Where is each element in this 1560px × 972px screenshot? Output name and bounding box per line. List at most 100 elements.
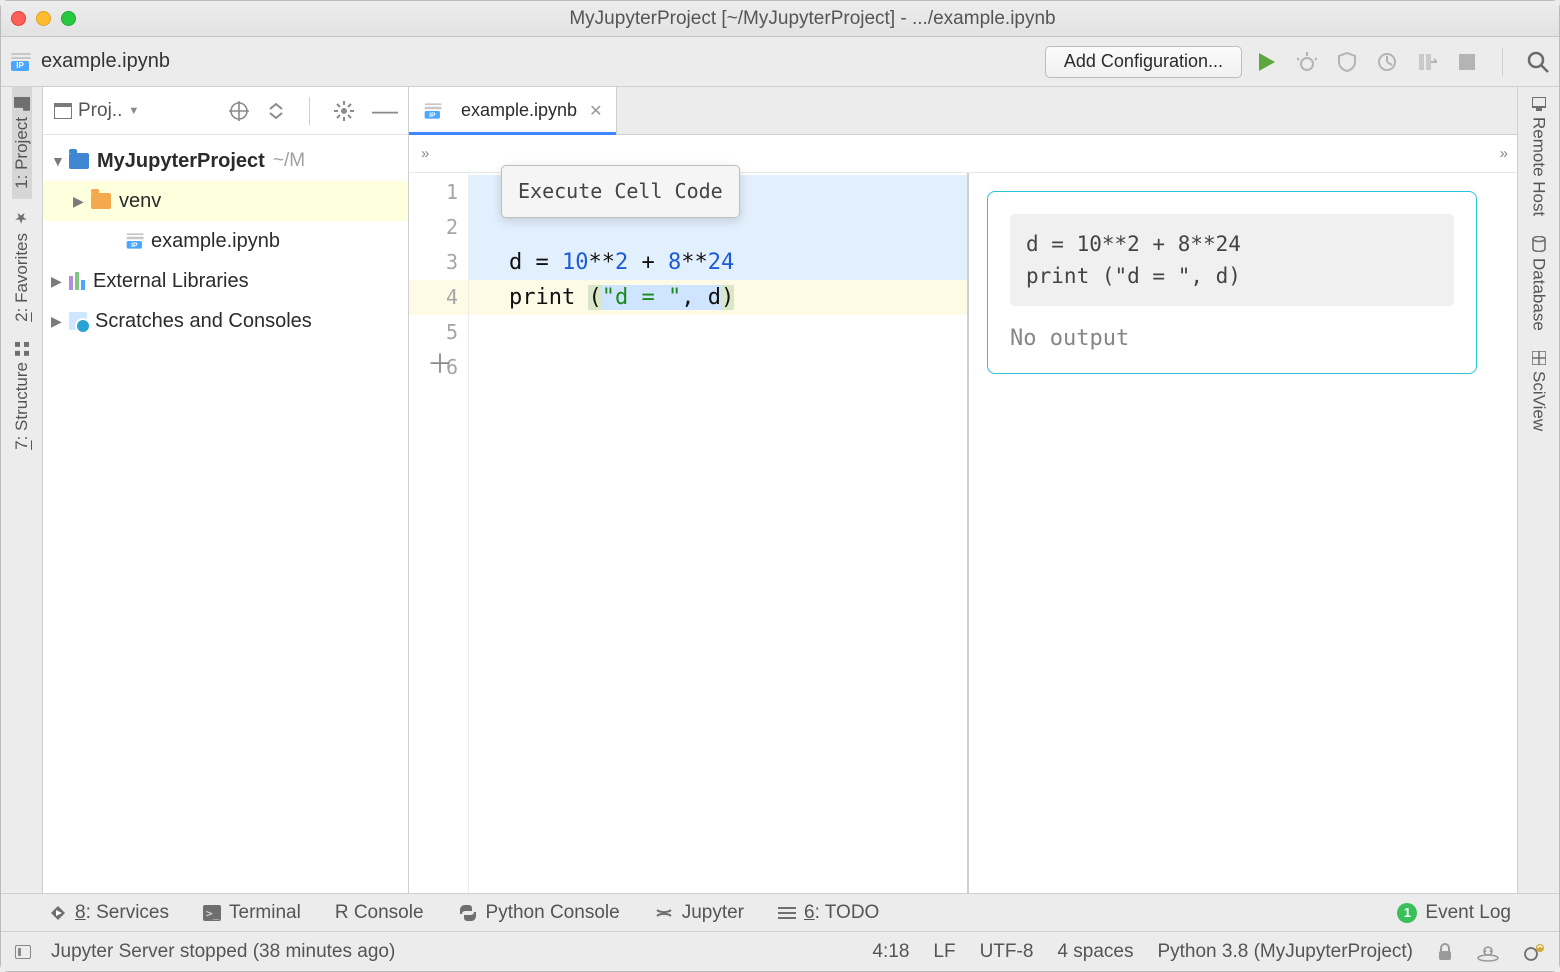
editor-gutter: 1 2 3 4 5 6 ＋ [409,173,469,893]
indent-setting[interactable]: 4 spaces [1057,941,1133,963]
hide-icon[interactable]: — [372,95,398,126]
navigation-bar: IP example.ipynb Add Configuration... [1,37,1559,87]
tree-node-path: ~/M [273,150,305,172]
toolwindow-remote-host[interactable]: Remote Host [1529,87,1549,226]
minimize-window-button[interactable] [36,11,51,26]
close-tab-icon[interactable]: ✕ [589,101,602,121]
folder-icon [14,97,30,111]
caret-position[interactable]: 4:18 [872,941,909,963]
services-icon [49,904,67,922]
status-bar: Jupyter Server stopped (38 minutes ago) … [1,931,1559,971]
expand-all-icon[interactable] [267,102,285,120]
main-content: Proj.. ▼ — MyJupyterProj [43,87,1517,893]
tree-node-label: Scratches and Consoles [95,310,312,333]
toolwindow-jupyter[interactable]: Jupyter [654,902,744,924]
chevron-right-icon[interactable] [51,273,65,290]
separator [309,97,310,125]
profile-icon[interactable] [1376,51,1398,73]
grid-icon [1532,351,1546,365]
svg-text:>_: >_ [206,907,220,920]
preview-output: No output [1010,326,1454,351]
zoom-window-button[interactable] [61,11,76,26]
notification-badge: 1 [1397,903,1417,923]
toolwindow-event-log[interactable]: 1 Event Log [1397,902,1511,924]
toolwindow-database[interactable]: Database [1529,226,1549,341]
line-separator[interactable]: LF [933,941,955,963]
concurrency-icon[interactable] [1416,51,1438,73]
window-icon [54,103,72,119]
status-message: Jupyter Server stopped (38 minutes ago) [51,941,395,963]
toolwindow-favorites[interactable]: 2: Favorites ★ [12,199,32,332]
scratches-icon [69,312,87,330]
run-icon[interactable] [1256,51,1278,73]
window-titlebar: MyJupyterProject [~/MyJupyterProject] - … [1,1,1559,37]
file-encoding[interactable]: UTF-8 [980,941,1034,963]
ipynb-file-icon: IP [11,53,33,71]
chevron-down-icon[interactable] [51,153,65,169]
toolwindow-python-console[interactable]: Python Console [458,902,620,924]
close-window-button[interactable] [11,11,26,26]
toolwindow-r-console[interactable]: R Console [335,902,424,924]
toolwindow-structure[interactable]: 7: Structure [12,332,32,460]
toolwindow-sciview[interactable]: SciView [1529,341,1549,441]
toolwindow-project[interactable]: 1: Project [12,87,32,199]
project-tree[interactable]: MyJupyterProject ~/M venv IP example.ipy… [43,135,408,347]
structure-icon [15,342,29,356]
chevron-right-icon[interactable] [51,313,65,330]
remote-icon [1532,97,1546,111]
tree-node-label: MyJupyterProject [97,150,265,173]
folder-icon [91,193,111,209]
tree-external-libraries[interactable]: External Libraries [43,261,408,301]
inspector-icon[interactable] [1477,942,1499,962]
toolwindow-services[interactable]: 8: Services [49,902,169,924]
tree-venv-folder[interactable]: venv [43,181,408,221]
toolbar-separator [1502,48,1503,76]
jupyter-icon [654,903,674,923]
python-icon [458,903,478,923]
folder-icon [69,153,89,169]
tree-scratches[interactable]: Scratches and Consoles [43,301,408,341]
add-configuration-button[interactable]: Add Configuration... [1045,46,1242,78]
search-everywhere-icon[interactable] [1527,51,1549,73]
chevron-right-icon[interactable] [73,193,87,210]
ipynb-file-icon: IP [127,233,146,248]
lock-icon[interactable] [1437,943,1453,961]
editor-tab-label: example.ipynb [461,100,577,121]
project-header: Proj.. ▼ — [43,87,408,135]
breadcrumb-expand-left[interactable]: » [421,145,426,162]
toolwindow-todo[interactable]: 6: TODO [778,902,879,924]
debug-icon[interactable] [1296,51,1318,73]
project-view-selector[interactable]: Proj.. ▼ [47,95,146,127]
code-editor[interactable]: ✔ Execute Cell Code d = 10**2 + 8**24 pr… [469,173,967,893]
tree-node-label: venv [119,190,161,213]
ipynb-file-icon: IP [425,103,444,118]
notebook-code-side: 1 2 3 4 5 6 ＋ ✔ Execute Cell Code [409,173,969,893]
left-tool-strip: 1: Project 2: Favorites ★ 7: Structure 2… [1,87,43,893]
stop-icon[interactable] [1456,51,1478,73]
run-cell-tooltip: Execute Cell Code [501,165,740,218]
toolwindows-toggle-icon[interactable] [15,945,31,959]
notebook-preview-side: d = 10**2 + 8**24 print ("d = ", d) No o… [969,173,1517,893]
window-controls [11,11,76,26]
interpreter-label[interactable]: Python 3.8 (MyJupyterProject) [1157,941,1413,963]
todo-icon [778,905,796,921]
window-title: MyJupyterProject [~/MyJupyterProject] - … [76,8,1549,30]
terminal-icon: >_ [203,905,221,921]
settings-icon[interactable] [334,101,354,121]
tree-project-root[interactable]: MyJupyterProject ~/M [43,141,408,181]
ide-updates-icon[interactable] [1523,942,1545,962]
nav-open-file[interactable]: example.ipynb [41,50,170,73]
tree-node-label: External Libraries [93,270,249,293]
editor-pane: IP example.ipynb ✕ » » 1 2 3 4 5 6 [409,87,1517,893]
breadcrumb-expand-right[interactable]: » [1500,145,1505,162]
libraries-icon [69,272,85,290]
tree-node-label: example.ipynb [151,230,280,253]
preview-source: d = 10**2 + 8**24 print ("d = ", d) [1010,214,1454,306]
run-coverage-icon[interactable] [1336,51,1358,73]
tree-example-file[interactable]: IP example.ipynb [43,221,408,261]
database-icon [1532,236,1546,252]
notebook-cell-preview[interactable]: d = 10**2 + 8**24 print ("d = ", d) No o… [987,191,1477,374]
locate-icon[interactable] [229,101,249,121]
toolwindow-terminal[interactable]: >_ Terminal [203,902,301,924]
editor-tab-example[interactable]: IP example.ipynb ✕ [409,87,617,134]
